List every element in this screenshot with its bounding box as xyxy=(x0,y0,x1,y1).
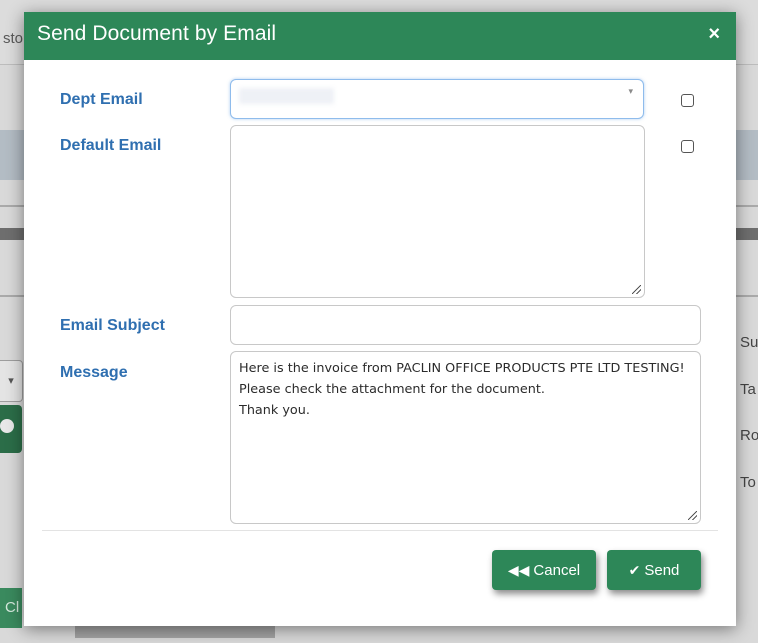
close-icon[interactable]: × xyxy=(708,23,720,45)
double-chevron-left-icon: ◀◀ xyxy=(507,562,530,578)
background-bottom-button: Cl xyxy=(0,588,22,628)
background-side-label: To xyxy=(740,474,756,491)
send-button-label: Send xyxy=(644,562,680,579)
chevron-down-icon: ▾ xyxy=(8,375,14,387)
background-side-label: Su xyxy=(740,334,758,351)
dept-email-label: Dept Email xyxy=(60,91,143,108)
background-plus-icon xyxy=(0,419,14,433)
default-email-label: Default Email xyxy=(60,137,162,154)
dept-email-select[interactable]: ▾ xyxy=(230,79,644,119)
chevron-down-icon: ▾ xyxy=(628,87,633,97)
dialog-title: Send Document by Email xyxy=(37,22,277,45)
email-subject-input[interactable] xyxy=(230,305,701,345)
check-icon: ✔ xyxy=(628,562,641,578)
message-textarea[interactable]: Here is the invoice from PACLIN OFFICE P… xyxy=(230,351,701,524)
cancel-button-label: Cancel xyxy=(533,562,581,579)
send-document-dialog: Send Document by Email × Dept Email ▾ De… xyxy=(24,12,736,626)
dialog-header: Send Document by Email × xyxy=(24,12,736,60)
default-email-textarea[interactable] xyxy=(230,125,645,298)
resize-handle-icon[interactable] xyxy=(688,511,697,520)
background-topbar-text: sto xyxy=(3,30,24,47)
dept-email-checkbox[interactable] xyxy=(681,94,694,107)
background-side-label: Ro xyxy=(740,427,758,444)
background-side-label: Ta xyxy=(740,381,756,398)
message-label: Message xyxy=(60,364,128,381)
send-button[interactable]: ✔ Send xyxy=(607,550,701,590)
email-subject-label: Email Subject xyxy=(60,317,165,334)
message-value: Here is the invoice from PACLIN OFFICE P… xyxy=(239,361,685,418)
resize-handle-icon[interactable] xyxy=(632,285,641,294)
default-email-checkbox[interactable] xyxy=(681,140,694,153)
background-select: ▾ xyxy=(0,360,23,402)
cancel-button[interactable]: ◀◀ Cancel xyxy=(492,550,596,590)
dept-email-value xyxy=(239,88,334,104)
dialog-footer-divider xyxy=(42,530,718,531)
